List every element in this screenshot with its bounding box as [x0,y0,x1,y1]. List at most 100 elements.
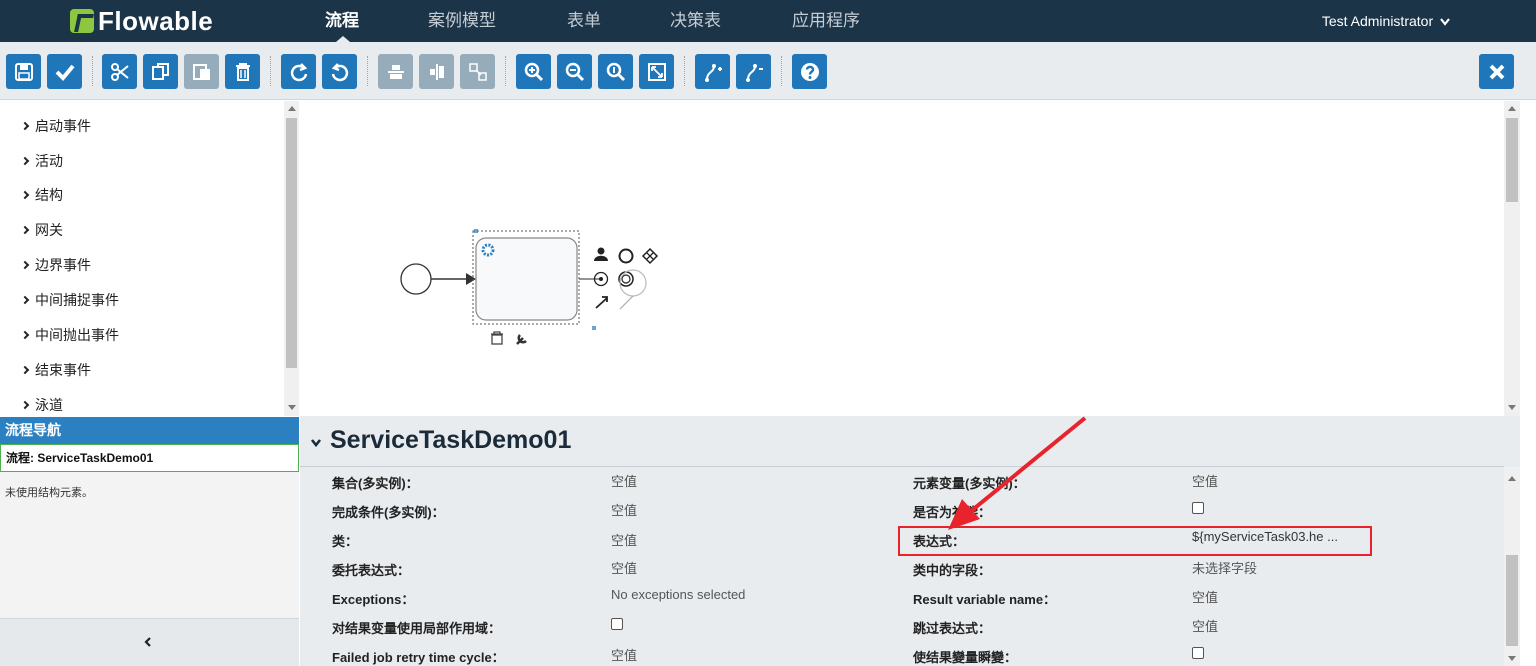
undo-icon [331,62,348,81]
navigator-process-row[interactable]: 流程: ServiceTaskDemo01 [0,444,299,472]
process-navigator-header: 流程导航 [0,417,299,444]
scroll-up-icon[interactable] [1508,106,1516,111]
prop-value-class[interactable]: 空值 [611,530,637,549]
connection-arrow-icon [595,296,608,309]
prop-value-exceptions[interactable]: No exceptions selected [611,587,745,602]
prop-label-transient-result: 使结果變量瞬變： [913,650,1018,665]
copy-icon [151,62,169,80]
chevron-down-icon [1440,18,1450,26]
zoom-fit-button[interactable] [639,54,674,89]
trash-icon [235,62,250,81]
palette-group-boundary-events[interactable]: 边界事件 [20,255,91,275]
annotation-line-icon [619,295,634,310]
tab-apps[interactable]: 应用程序 [792,0,860,42]
palette-group-start-events[interactable]: 启动事件 [20,116,91,136]
prop-checkbox-transient-result[interactable] [1192,647,1204,659]
toolbar-separator [92,56,93,86]
palette-group-label: 活动 [35,153,63,169]
close-icon [1489,64,1504,79]
annotation-highlight-box [898,526,1372,556]
help-button[interactable] [792,54,827,89]
save-button[interactable] [6,54,41,89]
same-size-icon [468,62,487,81]
scroll-down-icon[interactable] [1508,405,1516,410]
prop-checkbox-is-compensation[interactable] [1192,502,1204,514]
window-edge [1520,101,1536,666]
paste-button[interactable] [184,54,219,89]
scroll-down-icon[interactable] [1508,656,1516,661]
scroll-up-icon[interactable] [288,106,296,111]
chevron-down-icon[interactable] [310,437,322,449]
prop-value-collection[interactable]: 空值 [611,471,637,490]
toolbar-separator [367,56,368,86]
remove-bendpoint-button[interactable] [736,54,771,89]
tab-decision-tables[interactable]: 决策表 [670,0,721,42]
remove-bendpoint-icon [745,63,763,82]
prop-value-completion-condition[interactable]: 空值 [611,500,637,519]
toolbar-separator [781,56,782,86]
chevron-right-icon [20,190,30,200]
prop-value-skip-expression[interactable]: 空值 [1192,616,1218,635]
zoom-actual-button[interactable] [598,54,633,89]
palette-group-throw-events[interactable]: 中间抛出事件 [20,325,119,345]
service-task-shape [475,237,578,321]
process-canvas[interactable] [300,101,1504,416]
prop-label-retry-cycle: Failed job retry time cycle： [332,650,505,665]
prop-value-delegate-expression[interactable]: 空值 [611,558,637,577]
align-vertical-button[interactable] [419,54,454,89]
palette-scrollbar-thumb[interactable] [286,118,297,368]
prop-label-is-compensation: 是否为补偿： [913,505,992,520]
validate-button[interactable] [47,54,82,89]
gateway-icon [641,247,659,265]
zoom-out-icon [565,62,584,81]
palette-group-swimlanes[interactable]: 泳道 [20,395,63,415]
zoom-out-button[interactable] [557,54,592,89]
palette-group-label: 泳道 [35,397,63,413]
prop-value-result-variable[interactable]: 空值 [1192,587,1218,606]
tab-case-model[interactable]: 案例模型 [428,0,496,42]
prop-label-collection: 集合(多实例)： [332,476,419,491]
redo-icon [290,62,307,81]
prop-label-element-variable: 元素变量(多实例)： [913,476,1026,491]
palette-group-catch-events[interactable]: 中间捕捉事件 [20,290,119,310]
copy-button[interactable] [143,54,178,89]
redo-button[interactable] [281,54,316,89]
prop-value-element-variable[interactable]: 空值 [1192,471,1218,490]
flowable-logo[interactable]: Flowable [70,6,213,36]
add-bendpoint-icon [704,63,722,82]
logo-mark-icon [70,9,94,33]
scroll-up-icon[interactable] [1508,476,1516,481]
align-horizontal-icon [387,64,404,79]
add-bendpoint-button[interactable] [695,54,730,89]
prop-label-delegate-expression: 委托表达式： [332,563,411,578]
chevron-left-icon[interactable] [143,637,153,647]
palette-group-activities[interactable]: 活动 [20,151,63,171]
palette-group-label: 启动事件 [35,118,91,134]
editor-toolbar [0,42,1536,100]
close-editor-button[interactable] [1479,54,1514,89]
user-menu[interactable]: Test Administrator [1322,0,1450,42]
cut-button[interactable] [102,54,137,89]
same-size-button[interactable] [460,54,495,89]
prop-checkbox-local-scope[interactable] [611,618,623,630]
prop-label-local-scope: 对结果变量使用局部作用域： [332,621,502,636]
palette-group-label: 中间捕捉事件 [35,292,119,308]
properties-scrollbar-thumb[interactable] [1506,555,1518,646]
wrench-icon [516,334,527,345]
zoom-in-button[interactable] [516,54,551,89]
align-horizontal-button[interactable] [378,54,413,89]
scroll-down-icon[interactable] [288,405,296,410]
chevron-right-icon [20,330,30,340]
palette-group-structural[interactable]: 结构 [20,185,63,205]
palette-group-label: 结束事件 [35,362,91,378]
toolbar-separator [505,56,506,86]
prop-value-class-fields[interactable]: 未选择字段 [1192,558,1257,577]
palette-group-end-events[interactable]: 结束事件 [20,360,91,380]
palette-group-gateways[interactable]: 网关 [20,220,63,240]
undo-button[interactable] [322,54,357,89]
user-task-icon [594,247,608,261]
canvas-scrollbar-thumb[interactable] [1506,118,1518,202]
tab-forms[interactable]: 表单 [567,0,601,42]
prop-value-retry-cycle[interactable]: 空值 [611,645,637,664]
delete-button[interactable] [225,54,260,89]
